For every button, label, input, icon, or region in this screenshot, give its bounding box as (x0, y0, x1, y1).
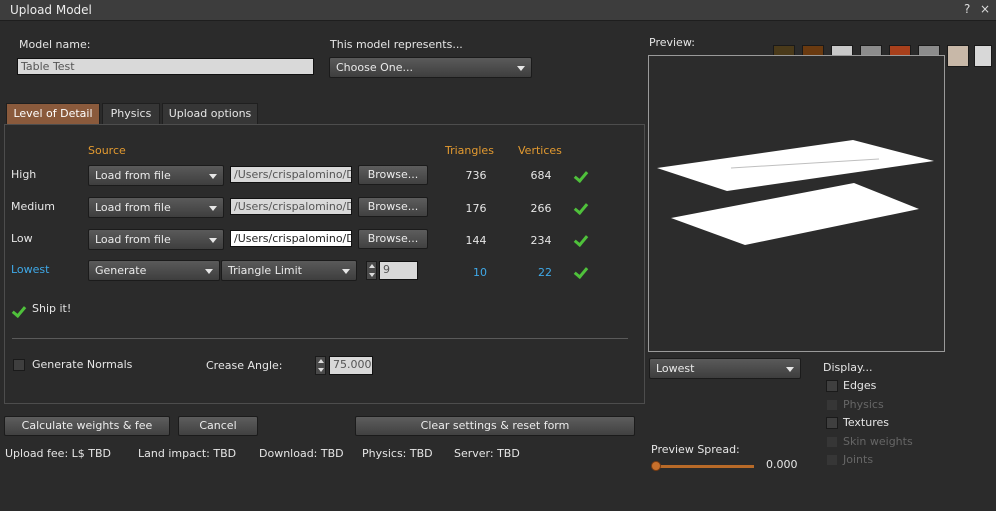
vertices-header: Vertices (518, 144, 562, 157)
preview-spread-value: 0.000 (766, 458, 798, 471)
calculate-weights-button[interactable]: Calculate weights & fee (4, 416, 170, 436)
chevron-down-icon (209, 174, 217, 179)
chevron-down-icon (786, 367, 794, 372)
model-bottom-plane (671, 183, 919, 245)
skin-weights-checkbox[interactable] (826, 436, 838, 448)
source-header: Source (88, 144, 126, 157)
lod-medium-label: Medium (11, 200, 55, 213)
crease-angle-spinner[interactable] (315, 356, 326, 375)
textures-label: Textures (843, 416, 889, 429)
clear-settings-button[interactable]: Clear settings & reset form (355, 416, 635, 436)
crease-angle-label: Crease Angle: (206, 359, 283, 372)
display-label: Display... (823, 361, 873, 374)
land-impact-text: Land impact: TBD (138, 447, 237, 460)
textures-checkbox[interactable] (826, 417, 838, 429)
model-preview[interactable] (648, 55, 945, 352)
preview-label: Preview: (649, 36, 695, 49)
lod-medium-browse-button[interactable]: Browse... (358, 197, 428, 217)
joints-checkbox[interactable] (826, 454, 838, 466)
lod-lowest-label: Lowest (11, 263, 50, 276)
lod-medium-triangles: 176 (465, 202, 487, 215)
lod-low-triangles: 144 (465, 234, 487, 247)
lod-lowest-triangles: 10 (473, 266, 487, 279)
model-top-plane (657, 140, 934, 191)
lod-low-path-input[interactable]: /Users/crispalomino/D (230, 230, 352, 247)
lod-medium-source-dropdown[interactable]: Load from file (88, 197, 224, 218)
chevron-down-icon (342, 269, 350, 274)
lod-medium-source-value: Load from file (95, 201, 171, 214)
preview-lod-dropdown[interactable]: Lowest (649, 358, 801, 379)
check-icon (574, 264, 588, 278)
represents-value: Choose One... (336, 61, 413, 74)
edges-checkbox[interactable] (826, 380, 838, 392)
lod-high-browse-button[interactable]: Browse... (358, 165, 428, 185)
lod-high-path-input[interactable]: /Users/crispalomino/D (230, 166, 352, 183)
chevron-down-icon (517, 66, 525, 71)
lod-high-triangles: 736 (465, 169, 487, 182)
chevron-down-icon (209, 238, 217, 243)
lod-lowest-source-value: Generate (95, 264, 147, 277)
joints-label: Joints (843, 453, 874, 466)
chevron-down-icon (209, 206, 217, 211)
help-button[interactable]: ? (964, 2, 970, 16)
divider (12, 338, 628, 339)
model-preview-render (657, 140, 934, 245)
lod-high-source-value: Load from file (95, 169, 171, 182)
tab-physics[interactable]: Physics (102, 103, 160, 125)
lod-high-vertices: 684 (530, 169, 552, 182)
check-icon (12, 303, 26, 317)
lod-lowest-mode-value: Triangle Limit (228, 264, 302, 277)
check-icon (574, 200, 588, 214)
check-icon (574, 168, 588, 182)
tab-upload-options[interactable]: Upload options (162, 103, 258, 125)
represents-label: This model represents... (330, 38, 463, 51)
texture-thumbnail[interactable] (947, 45, 969, 67)
model-name-label: Model name: (19, 38, 91, 51)
lod-low-source-value: Load from file (95, 233, 171, 246)
chevron-down-icon (205, 269, 213, 274)
ship-it-label: Ship it! (32, 302, 72, 315)
preview-spread-handle[interactable] (651, 461, 661, 471)
tab-level-of-detail[interactable]: Level of Detail (6, 103, 100, 125)
physics-option-label: Physics (843, 398, 884, 411)
generate-normals-checkbox[interactable] (13, 359, 25, 371)
triangle-limit-input[interactable]: 9 (379, 261, 418, 280)
texture-thumbnail[interactable] (974, 45, 992, 67)
lod-lowest-mode-dropdown[interactable]: Triangle Limit (221, 260, 357, 281)
model-name-input[interactable]: Table Test (17, 58, 314, 75)
lod-low-vertices: 234 (530, 234, 552, 247)
lod-medium-vertices: 266 (530, 202, 552, 215)
triangles-header: Triangles (445, 144, 494, 157)
lod-lowest-source-dropdown[interactable]: Generate (88, 260, 220, 281)
title-bar (0, 0, 996, 21)
lod-high-label: High (11, 168, 37, 181)
close-button[interactable]: × (980, 2, 990, 16)
represents-dropdown[interactable]: Choose One... (329, 57, 532, 78)
preview-spread-label: Preview Spread: (651, 443, 740, 456)
window-title: Upload Model (10, 3, 92, 17)
lod-low-source-dropdown[interactable]: Load from file (88, 229, 224, 250)
lod-high-source-dropdown[interactable]: Load from file (88, 165, 224, 186)
lod-low-browse-button[interactable]: Browse... (358, 229, 428, 249)
edges-label: Edges (843, 379, 877, 392)
lod-lowest-vertices: 22 (538, 266, 552, 279)
physics-text: Physics: TBD (362, 447, 433, 460)
triangle-limit-spinner[interactable] (366, 261, 377, 280)
preview-spread-track[interactable] (656, 465, 754, 468)
lod-medium-path-input[interactable]: /Users/crispalomino/D (230, 198, 352, 215)
server-text: Server: TBD (454, 447, 520, 460)
physics-checkbox[interactable] (826, 399, 838, 411)
skin-weights-label: Skin weights (843, 435, 913, 448)
preview-lod-value: Lowest (656, 362, 695, 375)
download-text: Download: TBD (259, 447, 344, 460)
upload-fee-text: Upload fee: L$ TBD (5, 447, 112, 460)
check-icon (574, 232, 588, 246)
cancel-button[interactable]: Cancel (178, 416, 258, 436)
lod-low-label: Low (11, 232, 33, 245)
crease-angle-input[interactable]: 75.000 (329, 356, 373, 375)
generate-normals-label: Generate Normals (32, 358, 133, 371)
